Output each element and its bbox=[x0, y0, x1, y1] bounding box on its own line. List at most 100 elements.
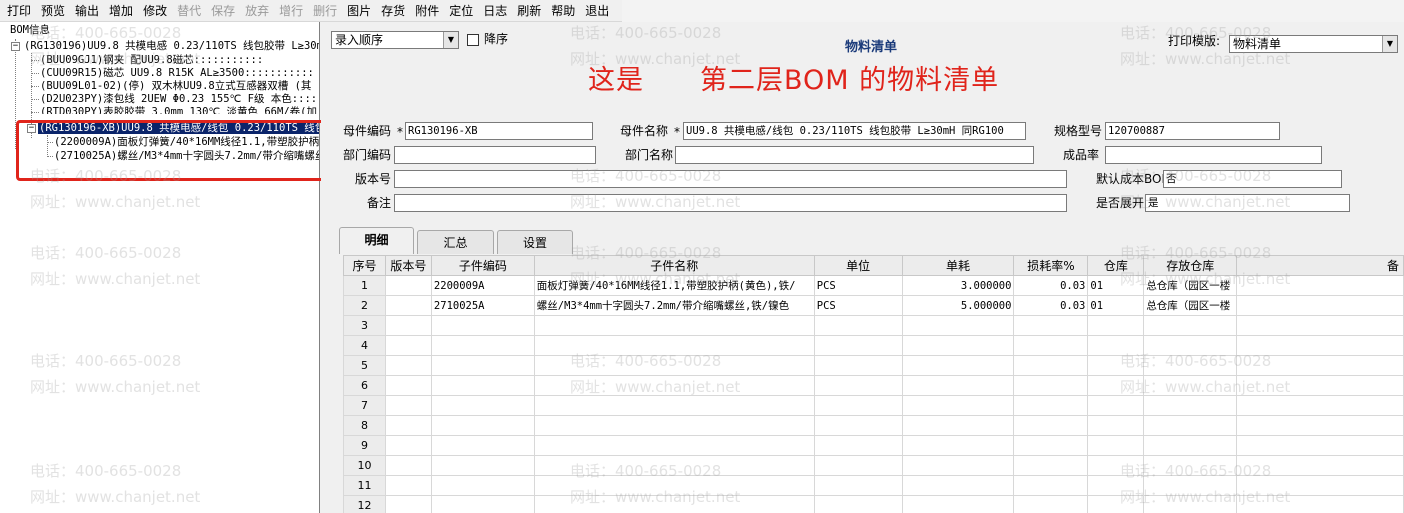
tab-summary[interactable]: 汇总 bbox=[417, 230, 494, 254]
row-number-cell[interactable]: 10 bbox=[343, 455, 386, 476]
default-cost-bom-field[interactable]: 否 bbox=[1163, 170, 1342, 188]
add-button[interactable]: 增加 bbox=[104, 0, 138, 22]
table-row[interactable]: 11 bbox=[343, 475, 1404, 496]
tree-node[interactable]: (RG130196)UU9.8 共模电感 0.23/110TS 线包胶带 L≥3… bbox=[24, 40, 319, 53]
table-cell[interactable] bbox=[901, 415, 1015, 436]
row-number-cell[interactable]: 4 bbox=[343, 335, 386, 356]
print-button[interactable]: 打印 bbox=[2, 0, 36, 22]
tree-node[interactable]: (BUU09L01-02)(停) 双木林UU9.8立式互感器双槽 (其 bbox=[40, 80, 311, 93]
tree-node-selected[interactable]: (RG130196-XB)UU9.8 共模电感/线包 0.23/110TS 线包… bbox=[38, 122, 319, 135]
table-cell[interactable]: 3.000000 bbox=[901, 275, 1015, 296]
table-cell[interactable] bbox=[813, 455, 903, 476]
table-cell[interactable] bbox=[533, 395, 815, 416]
table-cell[interactable] bbox=[533, 415, 815, 436]
row-number-cell[interactable]: 2 bbox=[343, 295, 386, 316]
table-cell[interactable] bbox=[1087, 455, 1145, 476]
table-cell[interactable] bbox=[1013, 315, 1089, 336]
table-cell[interactable] bbox=[813, 375, 903, 396]
column-header[interactable]: 单位 bbox=[813, 255, 903, 276]
table-cell[interactable] bbox=[1143, 395, 1238, 416]
print-template-select[interactable]: 物料清单 ▼ bbox=[1229, 35, 1398, 53]
row-number-cell[interactable]: 9 bbox=[343, 435, 386, 456]
table-row[interactable]: 12 bbox=[343, 495, 1404, 513]
parent-name-field[interactable]: UU9.8 共模电感/线包 0.23/110TS 线包胶带 L≥30mH 同RG… bbox=[683, 122, 1026, 140]
table-cell[interactable] bbox=[384, 375, 432, 396]
table-cell[interactable] bbox=[384, 435, 432, 456]
table-cell[interactable] bbox=[1143, 475, 1238, 496]
image-button[interactable]: 图片 bbox=[342, 0, 376, 22]
table-cell[interactable] bbox=[430, 395, 535, 416]
column-header[interactable]: 子件编码 bbox=[430, 255, 535, 276]
row-number-cell[interactable]: 11 bbox=[343, 475, 386, 496]
exit-button[interactable]: 退出 bbox=[580, 0, 614, 22]
sort-order-select[interactable]: 录入顺序 ▼ bbox=[331, 31, 459, 49]
table-cell[interactable] bbox=[1087, 435, 1145, 456]
table-cell[interactable] bbox=[384, 335, 432, 356]
table-cell[interactable] bbox=[901, 335, 1015, 356]
table-row[interactable]: 10 bbox=[343, 455, 1404, 476]
table-cell[interactable]: 01 bbox=[1087, 295, 1145, 316]
collapse-icon[interactable]: − bbox=[27, 124, 36, 133]
table-cell[interactable] bbox=[1236, 475, 1404, 496]
detail-grid[interactable]: 序号 版本号 子件编码 子件名称 单位 单耗 损耗率% 仓库 存放仓库 备 12… bbox=[343, 255, 1404, 513]
expand-field[interactable]: 是 bbox=[1145, 194, 1350, 212]
table-cell[interactable]: PCS bbox=[813, 275, 903, 296]
table-cell[interactable] bbox=[430, 455, 535, 476]
table-cell[interactable] bbox=[813, 395, 903, 416]
tree-node[interactable]: (2710025A)螺丝/M3*4mm十字圆头7.2mm/带介缩嘴螺丝 bbox=[54, 150, 319, 163]
table-cell[interactable] bbox=[813, 335, 903, 356]
table-row[interactable]: 5 bbox=[343, 355, 1404, 376]
log-button[interactable]: 日志 bbox=[478, 0, 512, 22]
table-cell[interactable] bbox=[430, 435, 535, 456]
table-cell[interactable] bbox=[901, 435, 1015, 456]
table-cell[interactable] bbox=[430, 415, 535, 436]
table-cell[interactable] bbox=[1236, 455, 1404, 476]
table-cell[interactable]: 2710025A bbox=[430, 295, 535, 316]
table-cell[interactable] bbox=[384, 275, 432, 296]
descending-checkbox[interactable] bbox=[467, 34, 479, 46]
table-cell[interactable] bbox=[901, 495, 1015, 513]
table-cell[interactable] bbox=[1013, 395, 1089, 416]
table-cell[interactable] bbox=[901, 375, 1015, 396]
table-cell[interactable] bbox=[901, 395, 1015, 416]
table-cell[interactable]: 01 bbox=[1087, 275, 1145, 296]
table-cell[interactable] bbox=[384, 355, 432, 376]
dept-code-field[interactable] bbox=[394, 146, 596, 164]
table-cell[interactable] bbox=[384, 415, 432, 436]
table-cell[interactable] bbox=[1236, 375, 1404, 396]
table-cell[interactable] bbox=[1236, 435, 1404, 456]
table-cell[interactable] bbox=[901, 355, 1015, 376]
chevron-down-icon[interactable]: ▼ bbox=[1382, 36, 1397, 52]
table-row[interactable]: 1 2200009A 面板灯弹簧/40*16MM线径1.1,带塑胶护柄(黄色),铁/… bbox=[343, 275, 1404, 296]
table-cell[interactable] bbox=[533, 315, 815, 336]
table-cell[interactable] bbox=[1143, 315, 1238, 336]
table-row[interactable]: 2 2710025A 螺丝/M3*4mm十字圆头7.2mm/带介缩嘴螺丝,铁/镍色 P… bbox=[343, 295, 1404, 316]
table-cell[interactable] bbox=[1013, 415, 1089, 436]
table-cell[interactable] bbox=[1236, 395, 1404, 416]
yield-field[interactable] bbox=[1105, 146, 1322, 164]
table-cell[interactable] bbox=[1143, 355, 1238, 376]
table-cell[interactable] bbox=[533, 495, 815, 513]
row-number-cell[interactable]: 12 bbox=[343, 495, 386, 513]
table-cell[interactable] bbox=[1236, 315, 1404, 336]
table-cell[interactable]: 0.03 bbox=[1013, 275, 1089, 296]
table-cell[interactable]: 0.03 bbox=[1013, 295, 1089, 316]
table-cell[interactable]: 总仓库（园区一楼 bbox=[1143, 295, 1238, 316]
table-cell[interactable] bbox=[1087, 415, 1145, 436]
table-cell[interactable] bbox=[1143, 375, 1238, 396]
table-cell[interactable] bbox=[430, 495, 535, 513]
tab-detail[interactable]: 明细 bbox=[339, 227, 414, 254]
column-header[interactable]: 子件名称 bbox=[533, 255, 815, 276]
version-field[interactable] bbox=[394, 170, 1067, 188]
table-cell[interactable] bbox=[1013, 475, 1089, 496]
table-cell[interactable] bbox=[1143, 335, 1238, 356]
table-row[interactable]: 9 bbox=[343, 435, 1404, 456]
help-button[interactable]: 帮助 bbox=[546, 0, 580, 22]
table-cell[interactable] bbox=[384, 495, 432, 513]
table-cell[interactable] bbox=[1236, 415, 1404, 436]
table-cell[interactable]: 面板灯弹簧/40*16MM线径1.1,带塑胶护柄(黄色),铁/ bbox=[533, 275, 815, 296]
table-cell[interactable] bbox=[533, 335, 815, 356]
table-row[interactable]: 3 bbox=[343, 315, 1404, 336]
chevron-down-icon[interactable]: ▼ bbox=[443, 32, 458, 48]
table-cell[interactable] bbox=[1236, 295, 1404, 316]
